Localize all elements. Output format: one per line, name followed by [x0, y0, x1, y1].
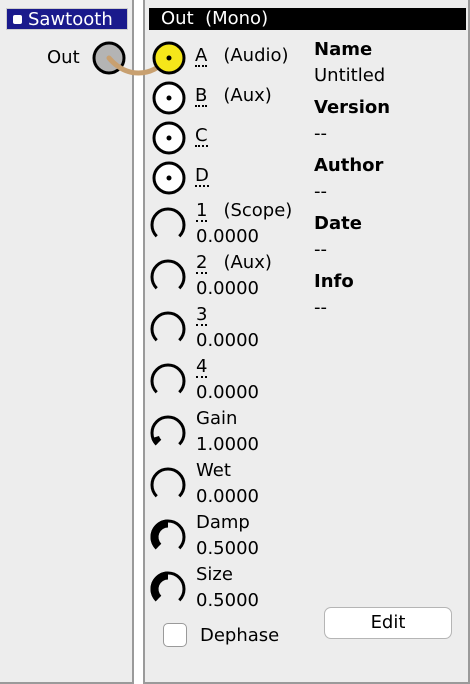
knob-name: 3 — [196, 304, 208, 326]
input-name: B — [195, 85, 208, 107]
info-name-value: Untitled — [314, 65, 386, 86]
input-name: D — [195, 165, 209, 187]
info-name-label: Name — [314, 39, 373, 60]
knob-name: 2 — [196, 252, 208, 274]
knob-label-4: 4 — [196, 356, 208, 378]
knob-level — [150, 519, 169, 550]
knob-level — [151, 435, 162, 446]
knob-value-size[interactable]: 0.5000 — [196, 590, 259, 612]
knob-icon-wet[interactable] — [148, 465, 188, 505]
knob-icon-2[interactable] — [148, 257, 188, 297]
knob-label-wet: Wet — [196, 460, 231, 482]
info-author-label: Author — [314, 155, 384, 176]
knob-track — [150, 207, 186, 238]
dephase-checkbox[interactable] — [163, 623, 187, 647]
input-name: C — [195, 125, 208, 147]
info-version-label: Version — [314, 97, 391, 118]
source-output-label: Out — [47, 47, 80, 68]
input-type: (Aux) — [223, 85, 272, 106]
input-port-icon-d[interactable] — [151, 160, 187, 196]
knob-name: Wet — [196, 460, 231, 481]
knob-name: Gain — [196, 408, 238, 429]
knob-label-3: 3 — [196, 304, 208, 326]
knob-icon-4[interactable] — [148, 361, 188, 401]
input-port-icon-c[interactable] — [151, 120, 187, 156]
input-name: A — [195, 45, 208, 67]
source-module-title: Sawtooth — [28, 9, 113, 30]
knob-level — [150, 571, 169, 602]
info-author-value: -- — [314, 181, 327, 202]
edit-button[interactable]: Edit — [324, 607, 452, 639]
knob-icon-size[interactable] — [148, 569, 188, 609]
knob-label-1: 1 (Scope) — [196, 200, 292, 222]
info-date-value: -- — [314, 239, 327, 260]
knob-track — [150, 363, 186, 394]
knob-label-damp: Damp — [196, 512, 250, 534]
source-module-title-bar[interactable]: Sawtooth — [6, 8, 128, 30]
knob-value-3[interactable]: 0.0000 — [196, 330, 259, 352]
info-info-value: -- — [314, 297, 327, 318]
input-port-icon-a[interactable] — [151, 40, 187, 76]
knob-name: Damp — [196, 512, 250, 533]
knob-track — [150, 259, 186, 290]
input-label-c: C — [195, 125, 208, 147]
knob-track — [150, 311, 186, 342]
info-date-label: Date — [314, 213, 362, 234]
info-version-value: -- — [314, 123, 327, 144]
module-square-icon — [13, 15, 22, 24]
knob-value-gain[interactable]: 1.0000 — [196, 434, 259, 456]
knob-label-size: Size — [196, 564, 233, 586]
knob-icon-1[interactable] — [148, 205, 188, 245]
input-label-a: A (Audio) — [195, 45, 289, 67]
input-label-b: B (Aux) — [195, 85, 272, 107]
input-port-icon-b[interactable] — [151, 80, 187, 116]
dephase-label: Dephase — [200, 625, 280, 646]
out-module-title: Out (Mono) — [161, 8, 269, 29]
knob-name: 1 — [196, 200, 208, 222]
input-label-d: D — [195, 165, 209, 187]
knob-name: 4 — [196, 356, 208, 378]
info-info-label: Info — [314, 271, 354, 292]
input-type: (Audio) — [223, 45, 289, 66]
source-module-panel — [0, 0, 134, 684]
out-module-panel — [143, 0, 470, 684]
knob-icon-gain[interactable] — [148, 413, 188, 453]
knob-value-1[interactable]: 0.0000 — [196, 226, 259, 248]
knob-label-2: 2 (Aux) — [196, 252, 272, 274]
out-module-title-bar[interactable]: Out (Mono) — [149, 8, 466, 30]
knob-icon-damp[interactable] — [148, 517, 188, 557]
knob-type: (Scope) — [223, 200, 293, 221]
knob-value-wet[interactable]: 0.0000 — [196, 486, 259, 508]
knob-track — [150, 467, 186, 498]
knob-name: Size — [196, 564, 233, 585]
knob-value-damp[interactable]: 0.5000 — [196, 538, 259, 560]
knob-value-4[interactable]: 0.0000 — [196, 382, 259, 404]
knob-icon-3[interactable] — [148, 309, 188, 349]
knob-value-2[interactable]: 0.0000 — [196, 278, 259, 300]
knob-type: (Aux) — [223, 252, 272, 273]
knob-label-gain: Gain — [196, 408, 237, 430]
